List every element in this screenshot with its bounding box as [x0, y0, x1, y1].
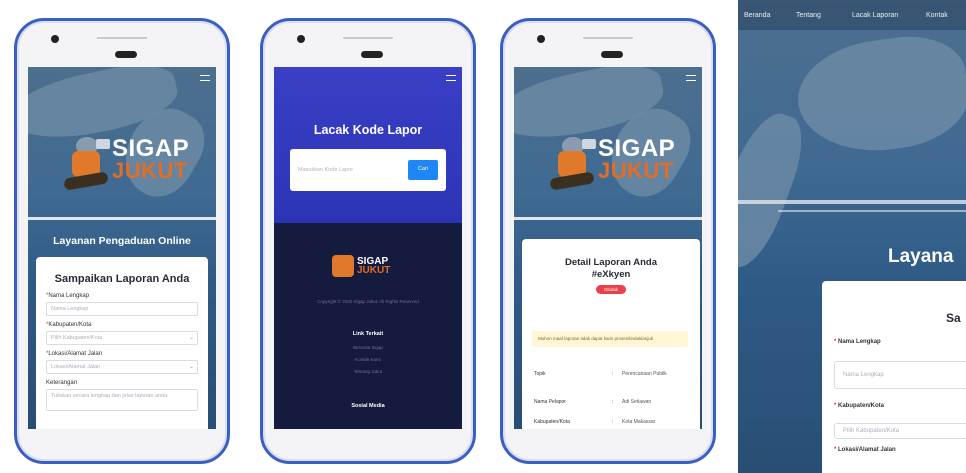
brand-name-bottom: JUKUT: [112, 157, 188, 183]
nav-item-about[interactable]: Tentang: [796, 12, 821, 19]
field-label-name: * Nama Lengkap: [834, 339, 881, 345]
name-input[interactable]: Nama Lengkap: [46, 302, 198, 316]
sensor-line: [97, 37, 147, 39]
earpiece: [601, 51, 623, 58]
phone-screen: Lacak Kode Lapor Masukkan Kode Lapor Car…: [274, 67, 462, 429]
description-textarea[interactable]: Tuliskan secara lengkap dan jelas lapora…: [46, 389, 198, 411]
camera-dot: [51, 35, 59, 43]
track-title: Lacak Kode Lapor: [313, 123, 423, 137]
status-badge: Ditolak: [596, 284, 626, 294]
report-form-card: Sa * Nama Lengkap Nama Lengkap * Kabupat…: [822, 281, 966, 473]
detail-title: Detail Laporan Anda: [564, 257, 658, 268]
field-label-address: *Lokasi/Alamat Jalan: [46, 351, 103, 357]
whale-statue: [791, 28, 966, 162]
footer-link[interactable]: Kontak Kami: [274, 357, 462, 362]
camera-dot: [537, 35, 545, 43]
address-input[interactable]: Lokasi/Alamat Jalan ⌄: [46, 360, 198, 374]
nav-item-track[interactable]: Lacak Laporan: [852, 12, 898, 19]
track-hero: [274, 67, 462, 223]
form-title: Sa: [946, 311, 961, 325]
field-label-city: * Kabupaten/Kota: [834, 403, 885, 409]
top-navigation: Beranda Tentang Lacak Laporan Kontak: [738, 0, 966, 30]
field-label-address: * Lokasi/Alamat Jalan: [834, 447, 896, 453]
footer-link[interactable]: Beranda Sigap: [274, 345, 462, 350]
name-input[interactable]: Nama Lengkap: [834, 361, 966, 389]
mockup-stage: SIGAP JUKUT Layanan Pengaduan Online Sam…: [0, 0, 966, 473]
report-detail-card: Detail Laporan Anda #eXkyen Ditolak Moho…: [522, 239, 700, 429]
city-select[interactable]: Pilih Kabupaten/Kota ⌄: [46, 331, 198, 345]
report-form-card: Sampaikan Laporan Anda *Nama Lengkap Nam…: [36, 257, 208, 429]
footer-section-social: Sosial Media: [351, 403, 385, 409]
report-code: #eXkyen: [591, 268, 631, 280]
menu-icon[interactable]: [686, 75, 696, 81]
earpiece: [115, 51, 137, 58]
sensor-line: [343, 37, 393, 39]
bridge-beam: [778, 210, 966, 212]
bridge-beam: [514, 217, 702, 220]
brand-name-bottom: JUKUT: [357, 265, 391, 276]
mascot-icon: [548, 131, 596, 191]
mascot-icon: [62, 131, 110, 191]
nav-item-home[interactable]: Beranda: [744, 12, 770, 19]
hero-tagline: Layana: [888, 246, 954, 267]
chevron-down-icon: ⌄: [188, 364, 194, 370]
desktop-preview: Beranda Tentang Lacak Laporan Kontak Lay…: [738, 0, 966, 473]
footer-link[interactable]: Tentang Jukut: [274, 369, 462, 374]
brand-name-bottom: JUKUT: [598, 157, 674, 183]
bridge-beam: [738, 200, 966, 204]
footer-logo: SIGAP JUKUT: [332, 255, 390, 277]
field-label-city: *Kabupaten/Kota: [46, 322, 92, 328]
bridge-beam: [28, 217, 216, 220]
phone-top-bar: [17, 21, 227, 65]
whale-statue: [738, 104, 814, 276]
nav-item-contact[interactable]: Kontak: [926, 12, 948, 19]
menu-icon[interactable]: [446, 75, 456, 81]
city-select[interactable]: Pilih Kabupaten/Kota: [834, 423, 966, 439]
track-search-box: Masukkan Kode Lapor Cari: [290, 149, 446, 191]
phone-top-bar: [503, 21, 713, 65]
brand-logo: SIGAP JUKUT: [62, 131, 189, 191]
copyright-text: Copyright © 2020 Sigap Jukut. All Rights…: [317, 299, 419, 304]
phone-report-form: SIGAP JUKUT Layanan Pengaduan Online Sam…: [14, 18, 230, 464]
tagline: Layanan Pengaduan Online: [53, 235, 191, 247]
site-footer: SIGAP JUKUT Copyright © 2020 Sigap Jukut…: [274, 223, 462, 429]
phone-track-report: Lacak Kode Lapor Masukkan Kode Lapor Car…: [260, 18, 476, 464]
chevron-down-icon: ⌄: [188, 335, 194, 341]
footer-section-links: Link Terkait: [352, 331, 384, 337]
phone-top-bar: [263, 21, 473, 65]
brand-logo: SIGAP JUKUT: [548, 131, 675, 191]
phone-screen: SIGAP JUKUT Detail Laporan Anda #eXkyen …: [514, 67, 702, 429]
phone-report-detail: SIGAP JUKUT Detail Laporan Anda #eXkyen …: [500, 18, 716, 464]
earpiece: [361, 51, 383, 58]
form-title: Sampaikan Laporan Anda: [54, 273, 190, 285]
track-search-button[interactable]: Cari: [408, 160, 438, 180]
status-notice: Mohon maaf laporan tidak dapat kami pros…: [532, 331, 688, 347]
mascot-icon: [332, 255, 354, 277]
sensor-line: [583, 37, 633, 39]
track-code-input[interactable]: Masukkan Kode Lapor: [298, 163, 402, 177]
field-label-name: *Nama Lengkap: [46, 293, 90, 299]
menu-icon[interactable]: [200, 75, 210, 81]
phone-screen: SIGAP JUKUT Layanan Pengaduan Online Sam…: [28, 67, 216, 429]
field-label-description: Keterangan: [46, 380, 78, 386]
camera-dot: [297, 35, 305, 43]
